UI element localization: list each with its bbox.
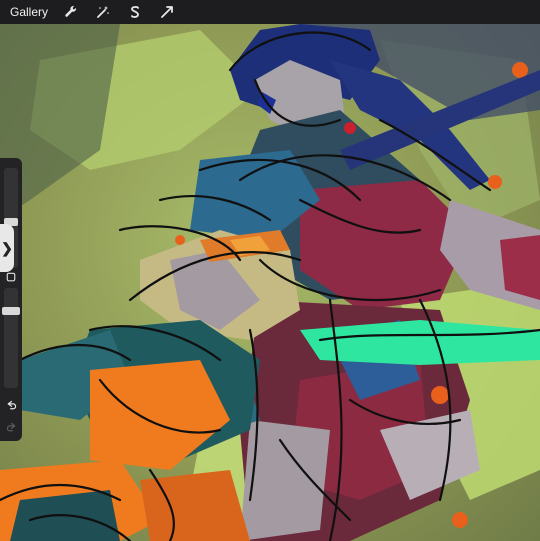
sidebar-toggle-tab[interactable]: ❯ — [0, 224, 14, 272]
wrench-icon[interactable] — [62, 3, 80, 21]
artwork-canvas[interactable] — [0, 0, 540, 541]
gallery-button[interactable]: Gallery — [10, 5, 48, 19]
redo-icon[interactable] — [3, 420, 19, 434]
undo-icon[interactable] — [3, 398, 19, 412]
left-sidebar — [0, 158, 22, 441]
opacity-slider[interactable] — [2, 288, 20, 388]
opacity-handle[interactable] — [2, 307, 20, 316]
top-toolbar: Gallery — [0, 0, 540, 24]
square-modify-icon[interactable] — [3, 270, 19, 284]
magic-wand-icon[interactable] — [94, 3, 112, 21]
selection-s-icon[interactable] — [126, 3, 144, 21]
chevron-right-icon: ❯ — [1, 239, 13, 256]
arrow-cursor-icon[interactable] — [158, 3, 176, 21]
